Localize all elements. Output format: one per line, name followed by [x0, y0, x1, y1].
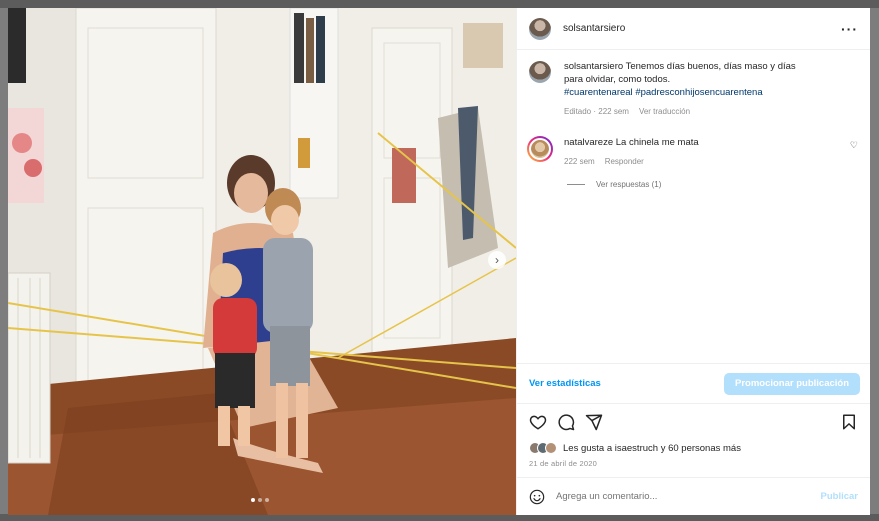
caption-username[interactable]: solsantarsiero — [564, 61, 623, 72]
insights-bar: Ver estadísticas Promocionar publicación — [517, 363, 870, 403]
commenter-avatar[interactable] — [527, 136, 553, 162]
view-insights-link[interactable]: Ver estadísticas — [529, 378, 601, 389]
comment-time: 222 sem — [564, 157, 595, 166]
post-date: 21 de abril de 2020 — [529, 459, 598, 468]
share-icon[interactable] — [585, 413, 603, 431]
backdrop — [0, 0, 879, 8]
post-photo[interactable]: › — [8, 8, 516, 515]
bookmark-icon[interactable] — [840, 413, 858, 431]
comment-username[interactable]: natalvareze — [564, 137, 613, 148]
post-side-panel: solsantarsiero ··· solsantarsiero Tenemo… — [516, 8, 870, 515]
view-replies-button[interactable]: Ver respuestas (1) — [567, 180, 858, 189]
publish-comment-button[interactable]: Publicar — [821, 491, 859, 502]
photo-illustration — [8, 8, 516, 515]
action-bar — [517, 403, 870, 439]
caption-author-avatar[interactable] — [529, 61, 551, 83]
likes-summary[interactable]: Les gusta a isaestruch y 60 personas más — [563, 443, 741, 454]
see-translation-link[interactable]: Ver traducción — [639, 105, 690, 118]
liker-avatar — [545, 442, 557, 454]
comment-body: natalvareze La chinela me mata 222 sem R… — [564, 136, 824, 168]
comments-section: solsantarsiero Tenemos días buenos, días… — [517, 50, 870, 363]
comment-input[interactable] — [556, 491, 821, 502]
hashtag-link[interactable]: #padresconhijosencuarentena — [635, 87, 762, 98]
likes-row: Les gusta a isaestruch y 60 personas más — [517, 439, 870, 457]
author-avatar[interactable] — [529, 17, 551, 40]
carousel-dot — [258, 498, 262, 502]
author-username[interactable]: solsantarsiero — [563, 23, 841, 34]
comment-text: La chinela me mata — [615, 137, 699, 148]
backdrop — [0, 514, 879, 521]
liker-avatars[interactable] — [529, 442, 557, 454]
add-comment-bar: Publicar — [517, 477, 870, 515]
hashtag-link[interactable]: #cuarentenareal — [564, 87, 633, 98]
comment-meta: 222 sem Responder — [564, 155, 824, 168]
carousel-dots — [251, 498, 269, 502]
emoji-icon[interactable] — [529, 489, 545, 505]
reply-button[interactable]: Responder — [605, 155, 644, 168]
carousel-dot — [251, 498, 255, 502]
edited-timestamp: Editado · 222 sem — [564, 107, 629, 116]
caption: solsantarsiero Tenemos días buenos, días… — [529, 60, 858, 118]
view-replies-label: Ver respuestas (1) — [596, 180, 662, 189]
next-photo-chevron-right-icon[interactable]: › — [488, 251, 506, 269]
post-header: solsantarsiero ··· — [517, 8, 870, 50]
comment-like-heart-icon[interactable]: ♡ — [850, 140, 858, 151]
comment-item: natalvareze La chinela me mata 222 sem R… — [527, 136, 858, 168]
caption-body: solsantarsiero Tenemos días buenos, días… — [564, 60, 814, 118]
promote-post-button[interactable]: Promocionar publicación — [724, 372, 860, 395]
caption-meta: Editado · 222 sem Ver traducción — [564, 105, 814, 118]
replies-divider — [567, 184, 585, 185]
post-modal: › solsantarsiero ··· solsantarsiero Tene… — [8, 8, 870, 515]
comment-icon[interactable] — [557, 413, 575, 431]
carousel-dot — [265, 498, 269, 502]
more-options-icon[interactable]: ··· — [841, 21, 858, 37]
heart-icon[interactable] — [529, 413, 547, 431]
